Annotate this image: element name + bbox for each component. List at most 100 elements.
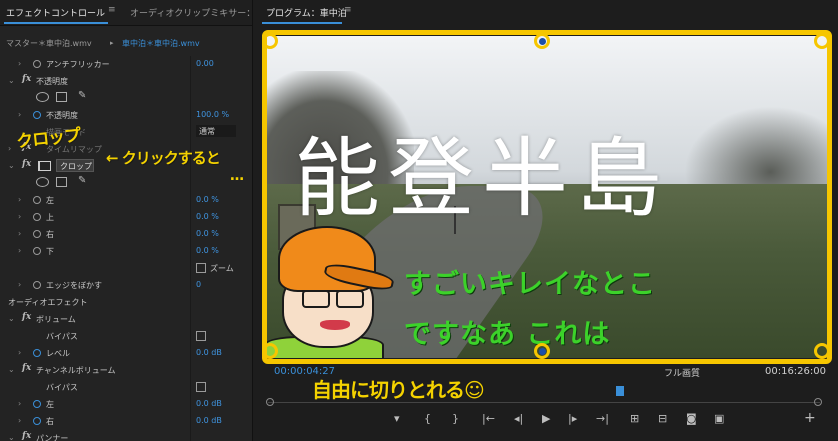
chevron-down-icon[interactable]: ⌄ <box>8 161 15 170</box>
property-label: レベル <box>46 349 70 358</box>
chevron-right-icon[interactable]: › <box>18 348 21 357</box>
rectangle-mask-icon[interactable] <box>56 177 67 187</box>
mark-out-icon[interactable]: } <box>452 412 459 425</box>
stopwatch-icon[interactable] <box>33 196 41 204</box>
chevron-right-icon[interactable]: › <box>8 144 11 153</box>
chevron-right-icon[interactable]: › <box>18 280 21 289</box>
annotation-click: ← クリックすると <box>106 149 221 167</box>
tab-effect-controls[interactable]: エフェクトコントロール <box>6 6 105 19</box>
stopwatch-icon[interactable] <box>33 417 41 425</box>
property-value[interactable]: 100.0 % <box>196 110 229 119</box>
property-value[interactable]: 0.0 % <box>196 212 219 221</box>
sequence-clip-label[interactable]: 車中泊＊車中泊.wmv <box>122 38 200 49</box>
fx-icon[interactable]: fx <box>22 431 31 441</box>
property-value[interactable]: 0.0 dB <box>196 399 222 408</box>
annotation-free-crop: 自由に切りとれる☺ <box>312 378 485 402</box>
property-value[interactable]: 0.00 <box>196 59 214 68</box>
playback-resolution[interactable]: フル画質 <box>664 366 700 379</box>
chevron-down-icon[interactable]: ⌄ <box>8 76 15 85</box>
chevron-right-icon[interactable]: › <box>18 399 21 408</box>
property-value[interactable]: 0.0 dB <box>196 416 222 425</box>
chevron-right-icon[interactable]: › <box>18 246 21 255</box>
chevron-right-icon[interactable]: › <box>18 416 21 425</box>
effect-controls-panel: エフェクトコントロール ≡ オーディオクリップミキサー： マスター＊車中泊.wm… <box>0 0 255 441</box>
play-icon[interactable]: ▶ <box>542 412 550 425</box>
crop-handle[interactable] <box>262 343 278 359</box>
chevron-down-icon[interactable]: ⌄ <box>8 314 15 323</box>
comparison-view-icon[interactable]: ▣ <box>714 412 724 425</box>
stopwatch-icon[interactable] <box>33 281 41 289</box>
rectangle-mask-icon[interactable] <box>56 92 67 102</box>
property-label: バイパス <box>46 383 78 392</box>
tab-program-monitor[interactable]: プログラム：車中泊 <box>266 6 347 19</box>
checkbox-label: ズーム <box>210 264 234 273</box>
stopwatch-icon[interactable] <box>33 111 41 119</box>
duration-timecode: 00:16:26:00 <box>764 366 826 377</box>
property-label: エッジをぼかす <box>46 281 102 290</box>
zoom-checkbox[interactable] <box>196 263 206 273</box>
property-label: アンチフリッカー <box>46 60 110 69</box>
crop-handle[interactable] <box>814 343 830 359</box>
chevron-right-icon[interactable]: › <box>18 59 21 68</box>
crop-transform-icon[interactable] <box>38 161 51 171</box>
stopwatch-icon[interactable] <box>33 230 41 238</box>
ellipse-mask-icon[interactable] <box>36 92 49 102</box>
property-row-zoom: ズーム <box>0 260 252 277</box>
step-back-icon[interactable]: ◂| <box>514 412 523 425</box>
pen-mask-icon[interactable]: ✎ <box>78 175 86 186</box>
go-to-in-icon[interactable]: |← <box>482 412 495 425</box>
lift-icon[interactable]: ⊞ <box>630 412 639 425</box>
out-point-handle[interactable] <box>814 398 822 406</box>
property-row-bypass: バイパス <box>0 379 252 396</box>
in-point-handle[interactable] <box>266 398 274 406</box>
property-row-bypass: バイパス <box>0 328 252 345</box>
stopwatch-icon[interactable] <box>33 247 41 255</box>
tab-menu-icon[interactable]: ≡ <box>344 5 352 15</box>
bypass-checkbox[interactable] <box>196 331 206 341</box>
playhead[interactable] <box>616 386 624 396</box>
property-value[interactable]: 0 <box>196 280 201 289</box>
stopwatch-icon[interactable] <box>33 213 41 221</box>
chevron-right-icon[interactable]: › <box>18 110 21 119</box>
crop-handle[interactable] <box>814 33 830 49</box>
fx-icon[interactable]: fx <box>22 363 31 373</box>
property-value[interactable]: 0.0 % <box>196 246 219 255</box>
extract-icon[interactable]: ⊟ <box>658 412 667 425</box>
property-row-channel-left: › 左 0.0 dB <box>0 396 252 413</box>
mask-tools-row: ✎ <box>0 90 252 107</box>
chevron-right-icon: ▸ <box>110 39 114 47</box>
step-forward-icon[interactable]: |▸ <box>568 412 577 425</box>
audio-effects-header: オーディオエフェクト <box>0 294 252 311</box>
pen-mask-icon[interactable]: ✎ <box>78 90 86 101</box>
chevron-right-icon[interactable]: › <box>18 195 21 204</box>
fx-icon[interactable]: fx <box>22 312 31 322</box>
effect-section-volume: ⌄ fx ボリューム <box>0 311 252 328</box>
tab-audio-clip-mixer[interactable]: オーディオクリップミキサー： <box>130 6 255 19</box>
chevron-right-icon[interactable]: › <box>18 229 21 238</box>
crop-handle-dot <box>539 38 546 45</box>
stopwatch-icon[interactable] <box>33 400 41 408</box>
fx-icon[interactable]: fx <box>22 159 31 169</box>
master-clip-label[interactable]: マスター＊車中泊.wmv <box>6 38 92 49</box>
add-button-icon[interactable]: + <box>804 410 816 426</box>
go-to-out-icon[interactable]: →| <box>596 412 609 425</box>
crop-handle-dot <box>539 348 546 355</box>
add-marker-icon[interactable]: ▾ <box>394 412 400 425</box>
mark-in-icon[interactable]: { <box>424 412 431 425</box>
chevron-down-icon[interactable]: ⌄ <box>8 365 15 374</box>
blend-mode-select[interactable]: 通常 <box>196 125 236 137</box>
chevron-right-icon[interactable]: › <box>18 212 21 221</box>
ellipse-mask-icon[interactable] <box>36 177 49 187</box>
property-value[interactable]: 0.0 % <box>196 229 219 238</box>
property-value[interactable]: 0.0 % <box>196 195 219 204</box>
property-value[interactable]: 0.0 dB <box>196 348 222 357</box>
chevron-down-icon[interactable]: ⌄ <box>8 433 15 441</box>
export-frame-icon[interactable]: ◙ <box>686 412 697 425</box>
stopwatch-icon[interactable] <box>33 60 41 68</box>
fx-icon[interactable]: fx <box>22 74 31 84</box>
tab-menu-icon[interactable]: ≡ <box>108 5 116 15</box>
crop-handle[interactable] <box>262 33 278 49</box>
crop-effect-name[interactable]: クロップ <box>56 159 94 172</box>
stopwatch-icon[interactable] <box>33 349 41 357</box>
bypass-checkbox[interactable] <box>196 382 206 392</box>
